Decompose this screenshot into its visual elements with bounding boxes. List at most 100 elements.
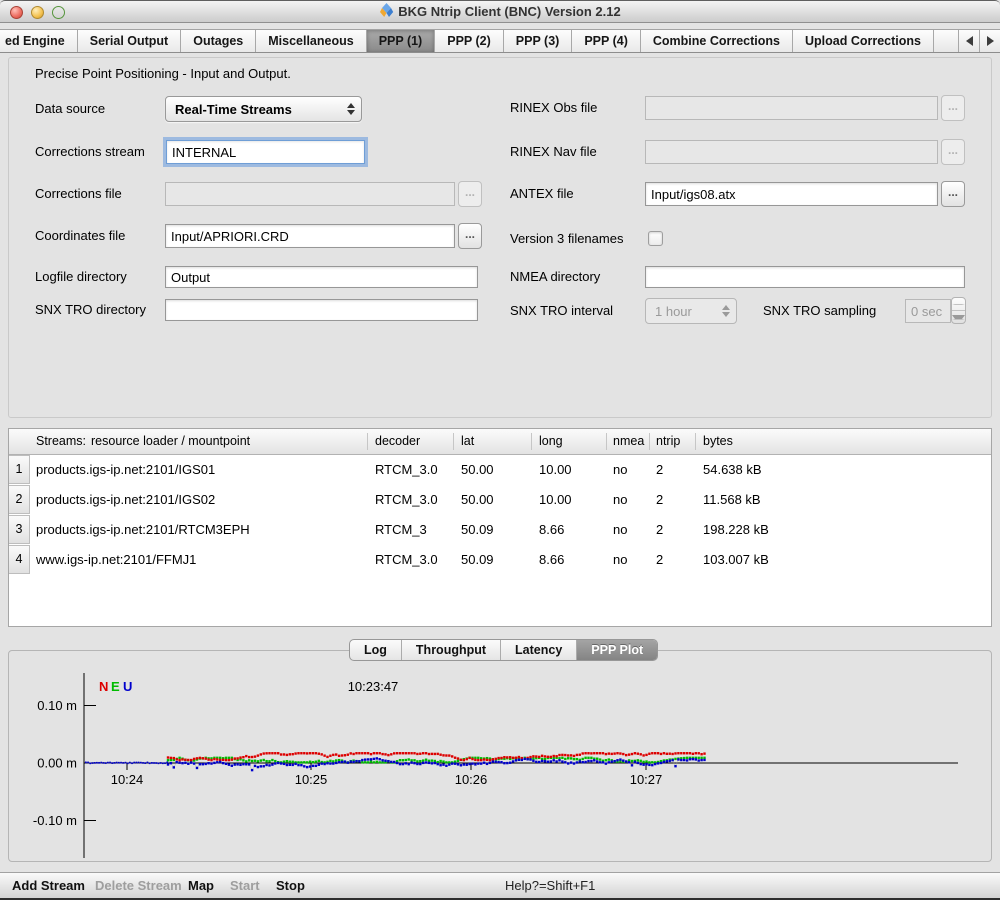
svg-text:10:25: 10:25: [295, 772, 328, 787]
tab-upload-corrections[interactable]: Upload Corrections: [793, 30, 934, 52]
window-title-text: BKG Ntrip Client (BNC) Version 2.12: [398, 4, 620, 19]
svg-text:E: E: [111, 679, 120, 694]
tab-ppp-2[interactable]: PPP (2): [435, 30, 504, 52]
col-ntrip: ntrip: [656, 429, 680, 454]
snx-tro-directory-input[interactable]: [165, 299, 478, 321]
delete-stream-button[interactable]: Delete Stream: [95, 873, 182, 899]
row-number: 3: [9, 515, 30, 544]
cell-decoder: RTCM_3.0: [375, 485, 438, 515]
nmea-directory-input[interactable]: [645, 266, 965, 288]
cell-lat: 50.00: [461, 485, 494, 515]
svg-text:10:27: 10:27: [630, 772, 663, 787]
app-icon: [379, 3, 394, 18]
version3-filenames-label: Version 3 filenames: [510, 230, 623, 248]
col-nmea: nmea: [613, 429, 644, 454]
tab-latency[interactable]: Latency: [501, 640, 577, 660]
svg-text:10:24: 10:24: [111, 772, 144, 787]
rinex-obs-input[interactable]: [645, 96, 938, 120]
add-stream-button[interactable]: Add Stream: [12, 873, 85, 899]
corrections-stream-label: Corrections stream: [35, 140, 145, 164]
tab-ppp-1[interactable]: PPP (1): [367, 30, 436, 52]
svg-text:0.00 m: 0.00 m: [37, 756, 77, 771]
coordinates-file-browse-button[interactable]: ...: [458, 223, 482, 249]
stop-button[interactable]: Stop: [276, 873, 305, 899]
cell-bytes: 54.638 kB: [703, 455, 762, 485]
svg-text:0.10 m: 0.10 m: [37, 698, 77, 713]
ppp-plot: 0.10 m0.00 m-0.10 m10:2410:2510:2610:27N…: [9, 658, 993, 863]
cell-long: 8.66: [539, 545, 564, 575]
col-mountpoint: resource loader / mountpoint: [91, 429, 250, 454]
streams-table-header: Streams: resource loader / mountpoint de…: [9, 429, 991, 455]
tab-scroll-right-icon[interactable]: [979, 30, 1000, 52]
tab-outages[interactable]: Outages: [181, 30, 256, 52]
row-number: 2: [9, 485, 30, 514]
coordinates-file-input[interactable]: [165, 224, 455, 248]
table-row[interactable]: 1 products.igs-ip.net:2101/IGS01 RTCM_3.…: [9, 455, 991, 485]
snx-tro-sampling-label: SNX TRO sampling: [763, 298, 876, 324]
rinex-nav-browse-button[interactable]: ...: [941, 139, 965, 165]
tab-miscellaneous[interactable]: Miscellaneous: [256, 30, 366, 52]
snx-tro-sampling-input[interactable]: [905, 299, 951, 323]
dropdown-arrows-icon: [344, 103, 361, 115]
table-row[interactable]: 2 products.igs-ip.net:2101/IGS02 RTCM_3.…: [9, 485, 991, 515]
corrections-file-label: Corrections file: [35, 182, 122, 206]
tab-ppp-4[interactable]: PPP (4): [572, 30, 641, 52]
cell-bytes: 103.007 kB: [703, 545, 769, 575]
antex-file-input[interactable]: [645, 182, 938, 206]
logfile-directory-input[interactable]: [165, 266, 478, 288]
tab-feed-engine[interactable]: ed Engine: [0, 30, 78, 52]
cell-ntrip: 2: [656, 515, 663, 545]
spinner-down-icon[interactable]: [952, 311, 965, 323]
tab-combine-corrections[interactable]: Combine Corrections: [641, 30, 793, 52]
snx-tro-interval-value: 1 hour: [646, 304, 719, 319]
corrections-stream-input[interactable]: [166, 140, 365, 164]
dropdown-arrows-icon: [719, 305, 736, 317]
corrections-file-browse-button[interactable]: ...: [458, 181, 482, 207]
map-button[interactable]: Map: [188, 873, 214, 899]
view-tab-bar: Log Throughput Latency PPP Plot: [349, 639, 658, 661]
bottom-toolbar: Add Stream Delete Stream Map Start Stop …: [0, 872, 1000, 900]
col-lat: lat: [461, 429, 474, 454]
cell-nmea: no: [613, 485, 627, 515]
cell-long: 10.00: [539, 455, 572, 485]
svg-text:U: U: [123, 679, 132, 694]
tab-ppp-3[interactable]: PPP (3): [504, 30, 573, 52]
snx-tro-sampling-spinner[interactable]: [951, 297, 966, 324]
version3-filenames-checkbox[interactable]: [648, 231, 663, 246]
rinex-nav-input[interactable]: [645, 140, 938, 164]
cell-ntrip: 2: [656, 455, 663, 485]
start-button[interactable]: Start: [230, 873, 260, 899]
pane-heading: Precise Point Positioning - Input and Ou…: [35, 66, 291, 81]
window-title: BKG Ntrip Client (BNC) Version 2.12: [0, 1, 1000, 23]
snx-tro-interval-label: SNX TRO interval: [510, 298, 613, 324]
cell-decoder: RTCM_3.0: [375, 545, 438, 575]
tab-ppp-plot[interactable]: PPP Plot: [577, 640, 657, 660]
antex-file-browse-button[interactable]: ...: [941, 181, 965, 207]
cell-mountpoint: products.igs-ip.net:2101/RTCM3EPH: [36, 515, 250, 545]
cell-bytes: 11.568 kB: [703, 485, 761, 515]
title-bar: BKG Ntrip Client (BNC) Version 2.12: [0, 0, 1000, 23]
rinex-obs-browse-button[interactable]: ...: [941, 95, 965, 121]
streams-table: Streams: resource loader / mountpoint de…: [8, 428, 992, 627]
svg-text:-0.10 m: -0.10 m: [33, 813, 77, 828]
tab-throughput[interactable]: Throughput: [402, 640, 501, 660]
col-decoder: decoder: [375, 429, 420, 454]
cell-mountpoint: products.igs-ip.net:2101/IGS02: [36, 485, 215, 515]
antex-file-label: ANTEX file: [510, 182, 574, 206]
spinner-up-icon[interactable]: [952, 298, 965, 311]
tab-log[interactable]: Log: [350, 640, 402, 660]
cell-long: 10.00: [539, 485, 572, 515]
corrections-file-input[interactable]: [165, 182, 455, 206]
snx-tro-interval-select[interactable]: 1 hour: [645, 298, 737, 324]
cell-nmea: no: [613, 455, 627, 485]
table-row[interactable]: 3 products.igs-ip.net:2101/RTCM3EPH RTCM…: [9, 515, 991, 545]
logfile-directory-label: Logfile directory: [35, 266, 127, 288]
row-number: 1: [9, 455, 30, 484]
col-bytes: bytes: [703, 429, 733, 454]
cell-mountpoint: products.igs-ip.net:2101/IGS01: [36, 455, 215, 485]
tab-serial-output[interactable]: Serial Output: [78, 30, 181, 52]
data-source-select[interactable]: Real-Time Streams: [165, 96, 362, 122]
table-row[interactable]: 4 www.igs-ip.net:2101/FFMJ1 RTCM_3.0 50.…: [9, 545, 991, 575]
cell-nmea: no: [613, 545, 627, 575]
tab-scroll-left-icon[interactable]: [958, 30, 979, 52]
